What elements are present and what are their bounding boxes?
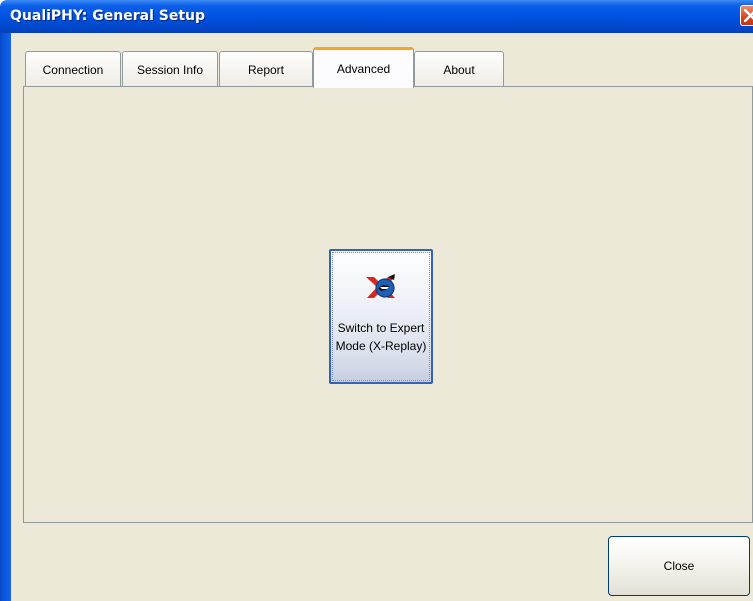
- close-button[interactable]: Close: [608, 536, 750, 596]
- tab-advanced[interactable]: Advanced: [313, 47, 414, 88]
- close-icon: [744, 9, 753, 22]
- focus-rect: [332, 252, 430, 381]
- tab-connection[interactable]: Connection: [25, 51, 121, 87]
- tab-about[interactable]: About: [414, 51, 504, 87]
- expert-label-line2: Mode (X-Replay): [335, 339, 427, 353]
- setup-window: QualiPHY: General Setup Connection Sessi…: [0, 0, 753, 601]
- advanced-tab-panel: Switch to Expert Mode (X-Replay): [23, 86, 753, 523]
- client-area: Connection Session Info Report Advanced …: [11, 33, 753, 601]
- expert-button-label: Switch to Expert Mode (X-Replay): [331, 319, 431, 355]
- tab-report[interactable]: Report: [219, 51, 313, 87]
- tab-strip: Connection Session Info Report Advanced …: [11, 47, 753, 88]
- tab-session-info[interactable]: Session Info: [122, 51, 218, 87]
- x-replay-icon: [366, 274, 395, 298]
- window-frame-left: [0, 33, 11, 601]
- title-bar[interactable]: QualiPHY: General Setup: [0, 0, 753, 33]
- switch-to-expert-mode-button[interactable]: Switch to Expert Mode (X-Replay): [329, 249, 433, 384]
- window-close-button[interactable]: [740, 5, 753, 26]
- expert-label-line1: Switch to Expert: [337, 321, 425, 335]
- window-title: QualiPHY: General Setup: [10, 8, 206, 24]
